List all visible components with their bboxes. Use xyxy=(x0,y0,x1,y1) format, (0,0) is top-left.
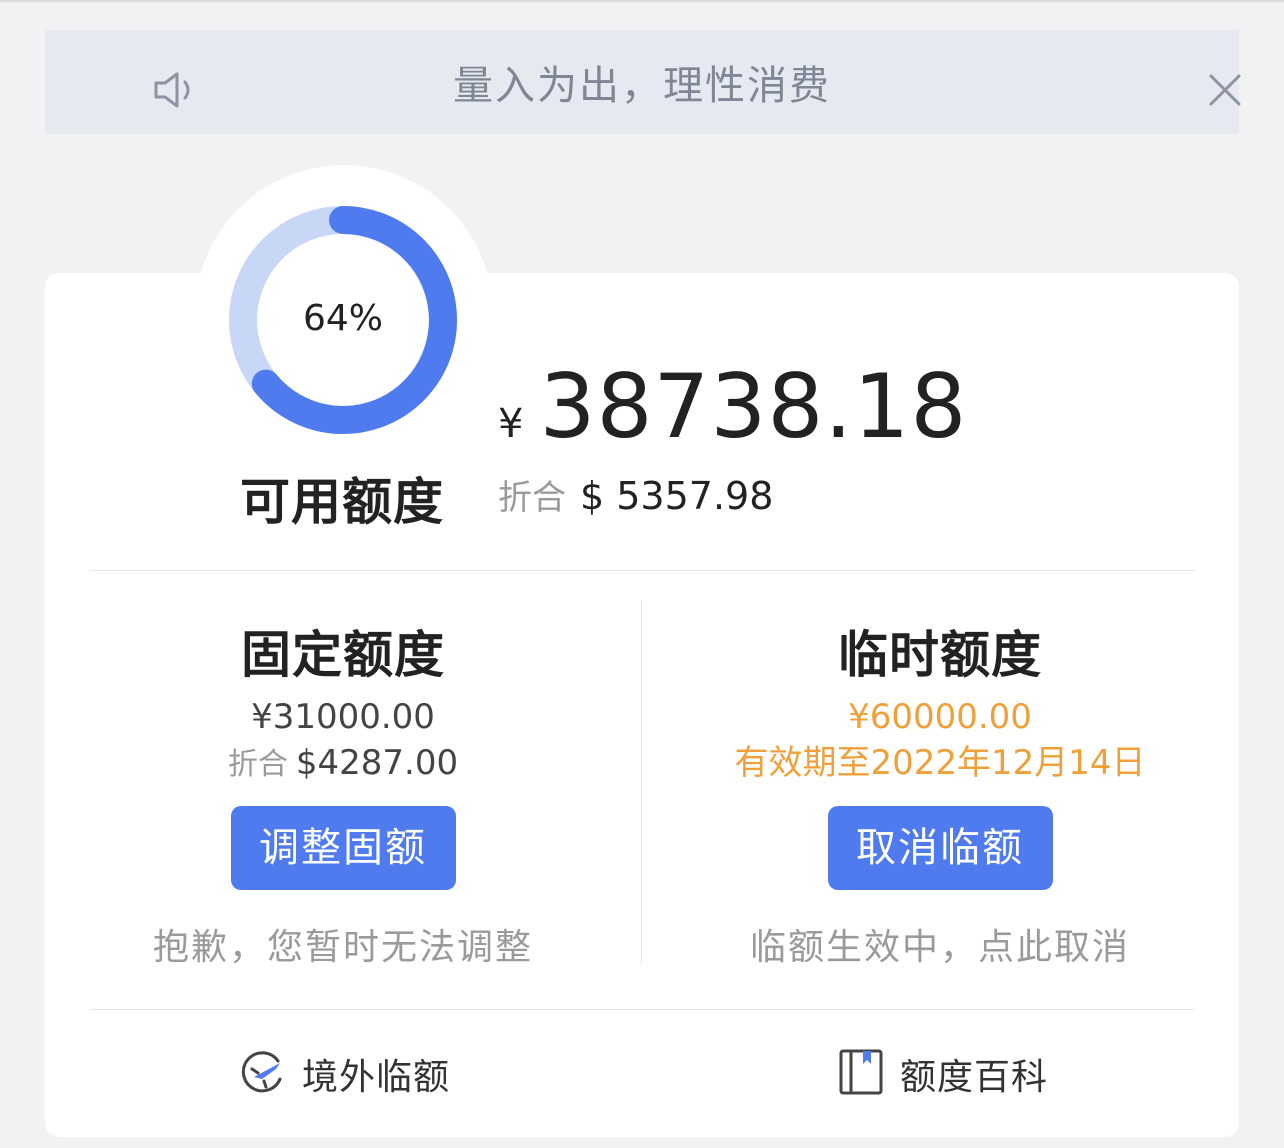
plane-globe-icon xyxy=(240,1049,286,1099)
converted-value: $4287.00 xyxy=(295,743,459,783)
close-icon[interactable] xyxy=(1205,70,1245,114)
available-credit-label: 可用额度 xyxy=(240,473,444,531)
credit-wiki-label: 额度百科 xyxy=(900,1057,1049,1098)
overseas-temp-credit-link[interactable]: 境外临额 xyxy=(240,1048,450,1100)
available-amount: ¥ 38738.18 xyxy=(498,355,967,458)
temporary-credit-amount: ¥60000.00 xyxy=(848,697,1032,737)
available-amount-value: 38738.18 xyxy=(539,355,968,458)
divider xyxy=(90,570,1194,571)
converted-value: $ 5357.98 xyxy=(580,474,774,518)
fixed-credit-amount: ¥31000.00 xyxy=(251,697,435,737)
adjust-fixed-credit-button[interactable]: 调整固额 xyxy=(230,806,456,890)
currency-symbol: ¥ xyxy=(498,401,524,447)
temporary-credit-section: 临时额度 ¥60000.00 有效期至2022年12月14日 取消临额 临额生效… xyxy=(680,620,1200,970)
top-border xyxy=(0,0,1284,2)
temporary-credit-hint[interactable]: 临额生效中，点此取消 xyxy=(680,918,1200,970)
overseas-temp-credit-label: 境外临额 xyxy=(302,1057,451,1098)
book-icon xyxy=(838,1048,884,1100)
fixed-credit-title: 固定额度 xyxy=(241,626,445,684)
converted-label: 折合 xyxy=(498,478,566,518)
notice-text: 量入为出，理性消费 xyxy=(453,63,831,109)
available-converted: 折合 $ 5357.98 xyxy=(498,470,773,519)
notice-banner: 量入为出，理性消费 xyxy=(45,30,1241,134)
temporary-credit-title: 临时额度 xyxy=(838,626,1042,684)
fixed-credit-hint: 抱歉，您暂时无法调整 xyxy=(152,927,533,968)
converted-label: 折合 xyxy=(227,747,288,782)
credit-wiki-link[interactable]: 额度百科 xyxy=(838,1048,1048,1100)
temporary-credit-validity: 有效期至2022年12月14日 xyxy=(734,743,1146,783)
divider xyxy=(90,1009,1194,1010)
fixed-credit-section: 固定额度 ¥31000.00 折合 $4287.00 调整固额 抱歉，您暂时无法调… xyxy=(83,620,603,970)
column-divider xyxy=(641,600,642,964)
fixed-credit-converted: 折合 $4287.00 xyxy=(83,740,603,786)
gauge-percent: 64% xyxy=(302,297,383,339)
cancel-temporary-credit-button[interactable]: 取消临额 xyxy=(827,806,1053,890)
